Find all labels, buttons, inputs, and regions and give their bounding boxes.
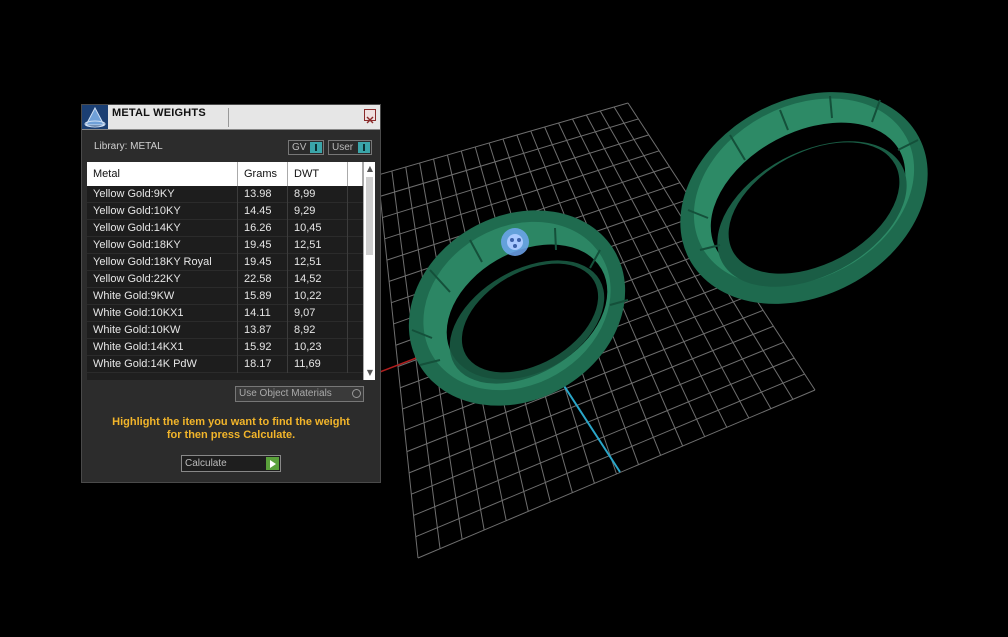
metal-cell: White Gold:14KX1 xyxy=(87,339,238,356)
table-row[interactable]: Yellow Gold:10KY 14.45 9,29 xyxy=(87,203,363,220)
table-row[interactable]: White Gold:14KX1 15.92 10,23 xyxy=(87,339,363,356)
use-object-materials-label: Use Object Materials xyxy=(239,388,332,399)
play-arrow-icon xyxy=(266,457,279,470)
metal-cell: White Gold:10KX1 xyxy=(87,305,238,322)
metal-cell: Yellow Gold:10KY xyxy=(87,203,238,220)
grams-cell: 22.58 xyxy=(238,271,288,288)
dwt-cell: 10,45 xyxy=(288,220,348,237)
radio-indicator-icon xyxy=(352,389,361,398)
instruction-text: Highlight the item you want to find the … xyxy=(92,416,370,442)
grams-cell: 19.45 xyxy=(238,237,288,254)
grams-cell: 13.98 xyxy=(238,186,288,203)
dwt-cell: 12,51 xyxy=(288,254,348,271)
scroll-thumb[interactable] xyxy=(366,177,373,255)
ring-back[interactable] xyxy=(643,50,965,345)
metal-weights-panel: METAL WEIGHTS Library: METAL GV User Met… xyxy=(81,104,381,483)
table-row[interactable]: White Gold:10KW 13.87 8,92 xyxy=(87,322,363,339)
table-row[interactable]: White Gold:14K PdW 18.17 11,69 xyxy=(87,356,363,373)
user-toggle[interactable]: User xyxy=(328,140,372,155)
dwt-cell: 12,51 xyxy=(288,237,348,254)
scroll-down-icon[interactable]: ▼ xyxy=(365,368,375,378)
table-header: Metal Grams DWT xyxy=(87,162,363,186)
metal-cell: Yellow Gold:14KY xyxy=(87,220,238,237)
dwt-cell: 10,23 xyxy=(288,339,348,356)
close-icon xyxy=(366,116,374,124)
column-header-metal[interactable]: Metal xyxy=(87,162,238,186)
table-row[interactable]: Yellow Gold:14KY 16.26 10,45 xyxy=(87,220,363,237)
user-toggle-label: User xyxy=(332,142,354,153)
dwt-cell: 11,69 xyxy=(288,356,348,373)
metal-cell: White Gold:10KW xyxy=(87,322,238,339)
grams-cell: 18.17 xyxy=(238,356,288,373)
metal-cell: Yellow Gold:22KY xyxy=(87,271,238,288)
app-logo-icon xyxy=(82,105,108,129)
grams-cell: 16.26 xyxy=(238,220,288,237)
calculate-button[interactable]: Calculate xyxy=(181,455,281,472)
table-row[interactable]: Yellow Gold:18KY Royal 19.45 12,51 xyxy=(87,254,363,271)
panel-titlebar[interactable]: METAL WEIGHTS xyxy=(82,105,380,130)
dwt-cell: 14,52 xyxy=(288,271,348,288)
column-header-dwt[interactable]: DWT xyxy=(288,162,348,186)
metal-table[interactable]: Metal Grams DWT Yellow Gold:9KY 13.98 8,99… xyxy=(87,162,375,380)
dwt-cell: 8,92 xyxy=(288,322,348,339)
calculate-label: Calculate xyxy=(185,458,227,469)
table-scrollbar[interactable]: ▲ ▼ xyxy=(363,162,375,380)
metal-cell: Yellow Gold:18KY Royal xyxy=(87,254,238,271)
dwt-cell: 9,07 xyxy=(288,305,348,322)
table-body: Yellow Gold:9KY 13.98 8,99 Yellow Gold:10KY… xyxy=(87,186,363,373)
metal-cell: White Gold:14K PdW xyxy=(87,356,238,373)
use-object-materials-checkbox[interactable]: Use Object Materials xyxy=(235,386,364,402)
toggle-indicator-icon xyxy=(358,142,370,153)
gv-toggle[interactable]: GV xyxy=(288,140,324,155)
selection-gizmo-icon[interactable] xyxy=(501,228,529,256)
instruction-line-2: for then press Calculate. xyxy=(166,429,296,441)
table-row[interactable]: White Gold:10KX1 14.11 9,07 xyxy=(87,305,363,322)
grams-cell: 19.45 xyxy=(238,254,288,271)
table-row[interactable]: Yellow Gold:18KY 19.45 12,51 xyxy=(87,237,363,254)
instruction-line-1: Highlight the item you want to find the … xyxy=(112,416,350,428)
metal-cell: Yellow Gold:18KY xyxy=(87,237,238,254)
metal-cell: White Gold:9KW xyxy=(87,288,238,305)
dwt-cell: 8,99 xyxy=(288,186,348,203)
scroll-up-icon[interactable]: ▲ xyxy=(365,164,375,174)
grams-cell: 15.92 xyxy=(238,339,288,356)
metal-cell: Yellow Gold:9KY xyxy=(87,186,238,203)
title-divider xyxy=(228,108,229,127)
table-row[interactable]: White Gold:9KW 15.89 10,22 xyxy=(87,288,363,305)
grams-cell: 14.45 xyxy=(238,203,288,220)
table-row[interactable]: Yellow Gold:22KY 22.58 14,52 xyxy=(87,271,363,288)
grams-cell: 15.89 xyxy=(238,288,288,305)
dwt-cell: 10,22 xyxy=(288,288,348,305)
close-button[interactable] xyxy=(364,109,376,124)
library-label: Library: METAL xyxy=(94,141,163,152)
dwt-cell: 9,29 xyxy=(288,203,348,220)
grams-cell: 13.87 xyxy=(238,322,288,339)
table-row[interactable]: Yellow Gold:9KY 13.98 8,99 xyxy=(87,186,363,203)
column-header-grams[interactable]: Grams xyxy=(238,162,288,186)
gv-toggle-label: GV xyxy=(292,142,307,153)
toggle-indicator-icon xyxy=(310,142,322,153)
grams-cell: 14.11 xyxy=(238,305,288,322)
panel-title: METAL WEIGHTS xyxy=(112,107,206,119)
column-header-spacer xyxy=(348,162,363,186)
